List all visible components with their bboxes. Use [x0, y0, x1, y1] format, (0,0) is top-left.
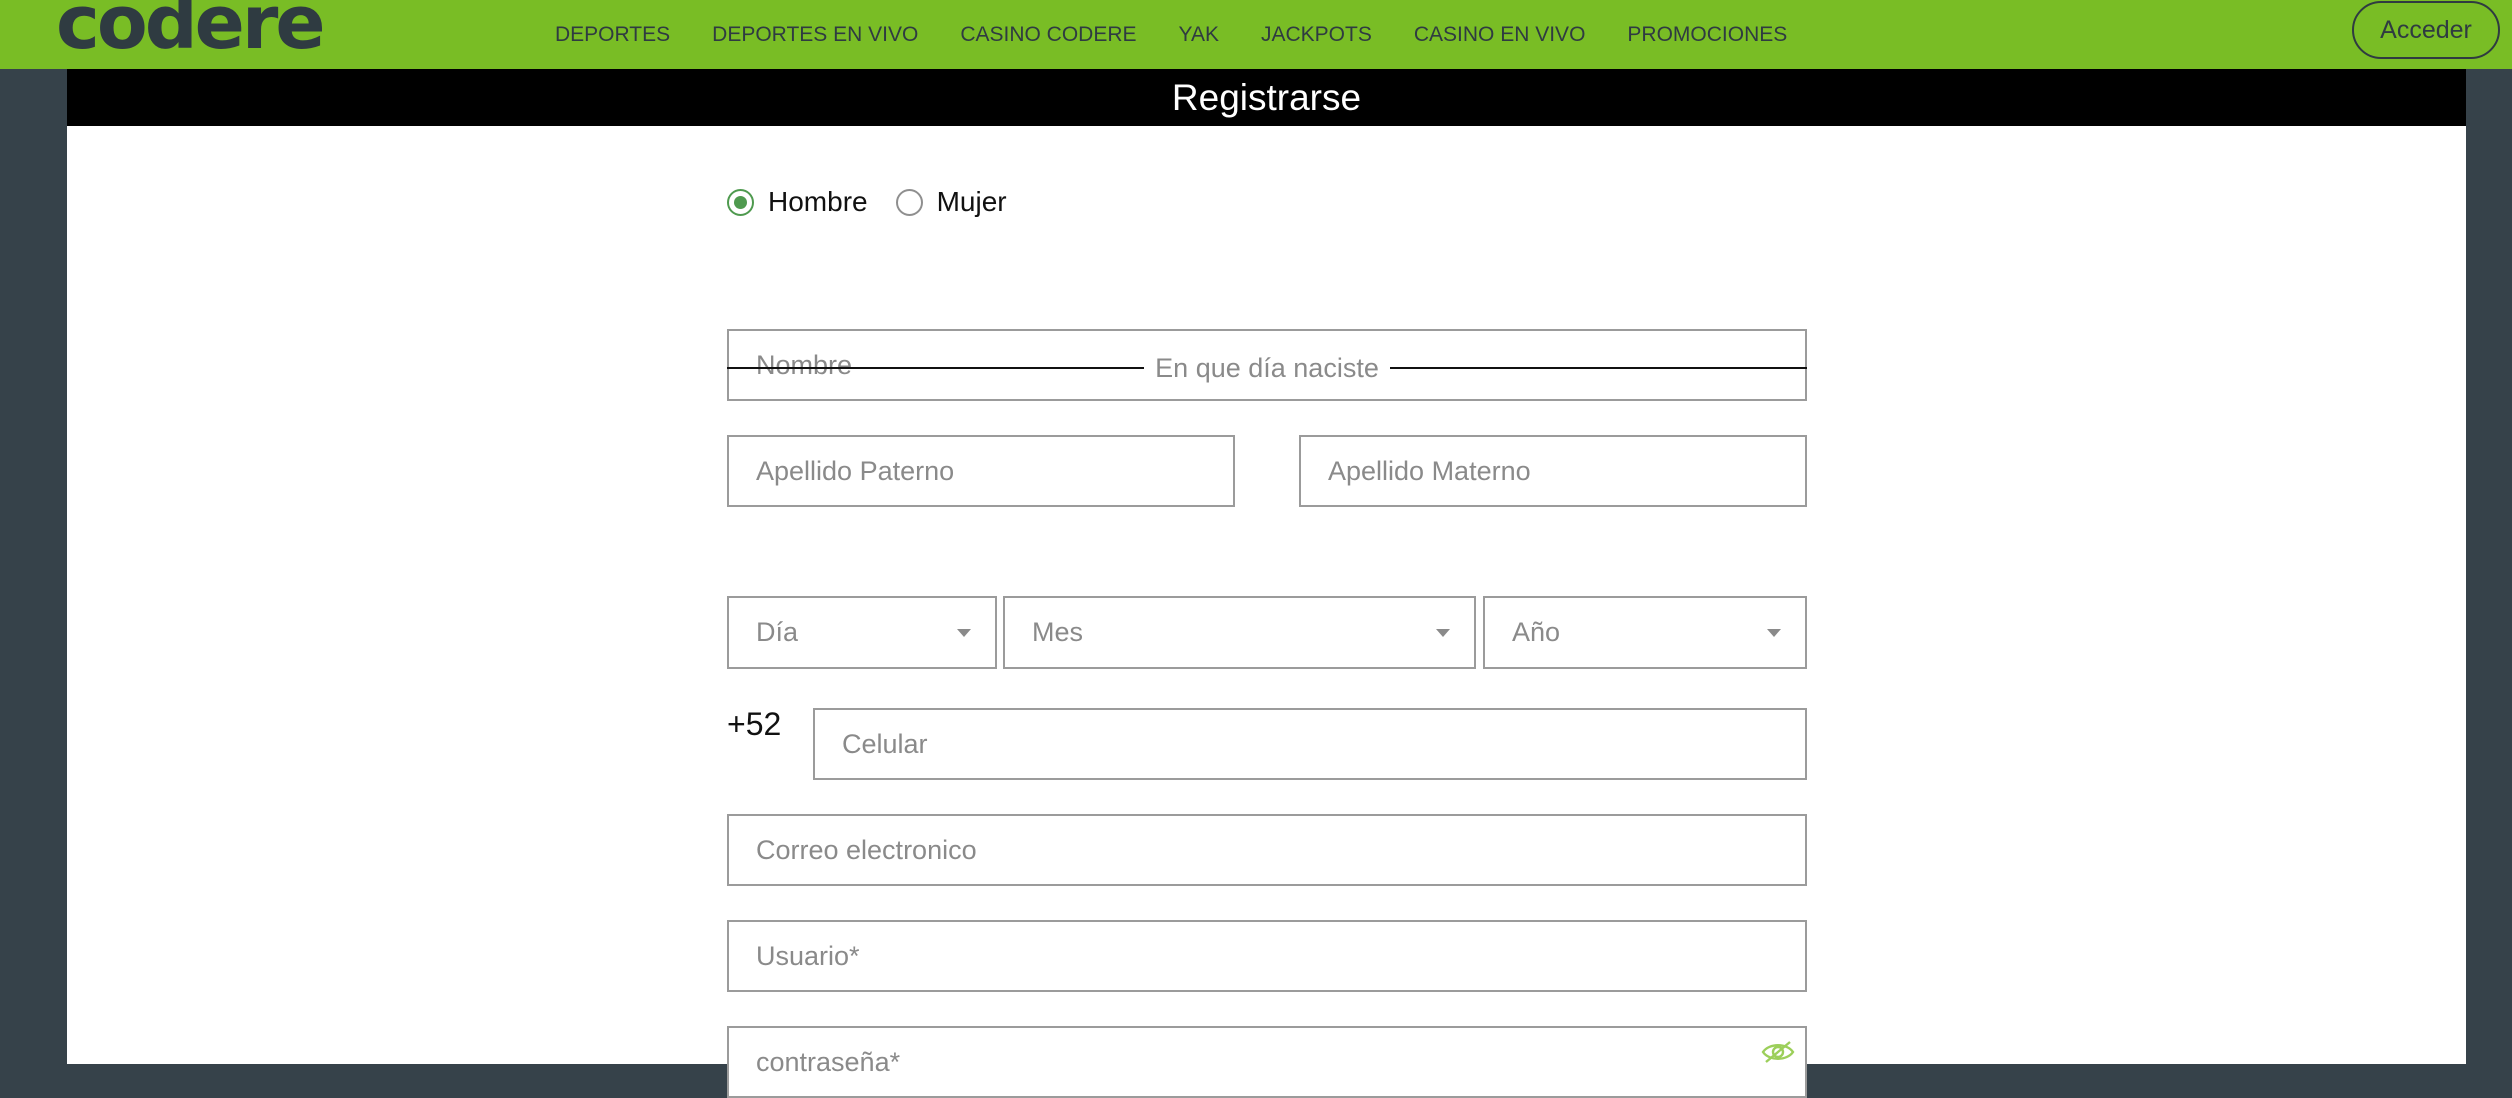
- nav-item-yak[interactable]: YAK: [1179, 23, 1219, 47]
- nav-item-deportes-en-vivo[interactable]: DEPORTES EN VIVO: [712, 23, 918, 47]
- gender-option-mujer[interactable]: Mujer: [895, 186, 1007, 218]
- radio-hombre[interactable]: [727, 188, 754, 216]
- mes-select-label: Mes: [1032, 617, 1084, 647]
- mes-select[interactable]: Mes: [1003, 596, 1476, 669]
- password-input[interactable]: [727, 1026, 1807, 1098]
- usuario-input[interactable]: [727, 920, 1807, 992]
- main-nav: DEPORTES DEPORTES EN VIVO CASINO CODERE …: [555, 0, 1829, 69]
- dia-select-label: Día: [756, 617, 799, 647]
- nav-item-promociones[interactable]: PROMOCIONES: [1627, 23, 1787, 47]
- apellido-paterno-input[interactable]: [727, 435, 1235, 507]
- gender-radio-group: Hombre Mujer: [727, 182, 1035, 222]
- email-input[interactable]: [727, 814, 1807, 886]
- radio-label-mujer: Mujer: [936, 186, 1007, 217]
- nav-item-deportes[interactable]: DEPORTES: [555, 23, 670, 47]
- birthdate-divider: En que día naciste: [727, 350, 1808, 386]
- divider-line-left: [727, 367, 1145, 369]
- eye-slash-icon[interactable]: [1761, 1039, 1795, 1065]
- radio-mujer[interactable]: [895, 188, 923, 216]
- ano-select-label: Año: [1512, 617, 1561, 647]
- celular-input[interactable]: [813, 708, 1807, 780]
- nav-item-casino-en-vivo[interactable]: CASINO EN VIVO: [1414, 23, 1586, 47]
- birthdate-label: En que día naciste: [1155, 352, 1379, 383]
- phone-country-prefix: +52: [727, 706, 782, 742]
- page-title: Registrarse: [1171, 76, 1362, 118]
- chevron-down-icon: [957, 628, 971, 637]
- gender-option-hombre[interactable]: Hombre: [727, 186, 868, 218]
- login-button[interactable]: Acceder: [2352, 1, 2500, 59]
- panel-header: Registrarse: [67, 69, 2466, 126]
- chevron-down-icon: [1436, 628, 1450, 637]
- ano-select[interactable]: Año: [1483, 596, 1807, 669]
- dia-select[interactable]: Día: [727, 596, 997, 669]
- nav-item-jackpots[interactable]: JACKPOTS: [1261, 23, 1372, 47]
- nav-item-casino-codere[interactable]: CASINO CODERE: [960, 23, 1136, 47]
- divider-line-right: [1389, 367, 1808, 369]
- radio-label-hombre: Hombre: [768, 186, 868, 217]
- codere-logo[interactable]: codere: [56, 0, 326, 60]
- top-nav-bar: codere DEPORTES DEPORTES EN VIVO CASINO …: [0, 0, 2512, 69]
- registration-panel: Registrarse Hombre Mujer En que día naci…: [67, 69, 2466, 1098]
- apellido-materno-input[interactable]: [1299, 435, 1807, 507]
- chevron-down-icon: [1767, 628, 1781, 637]
